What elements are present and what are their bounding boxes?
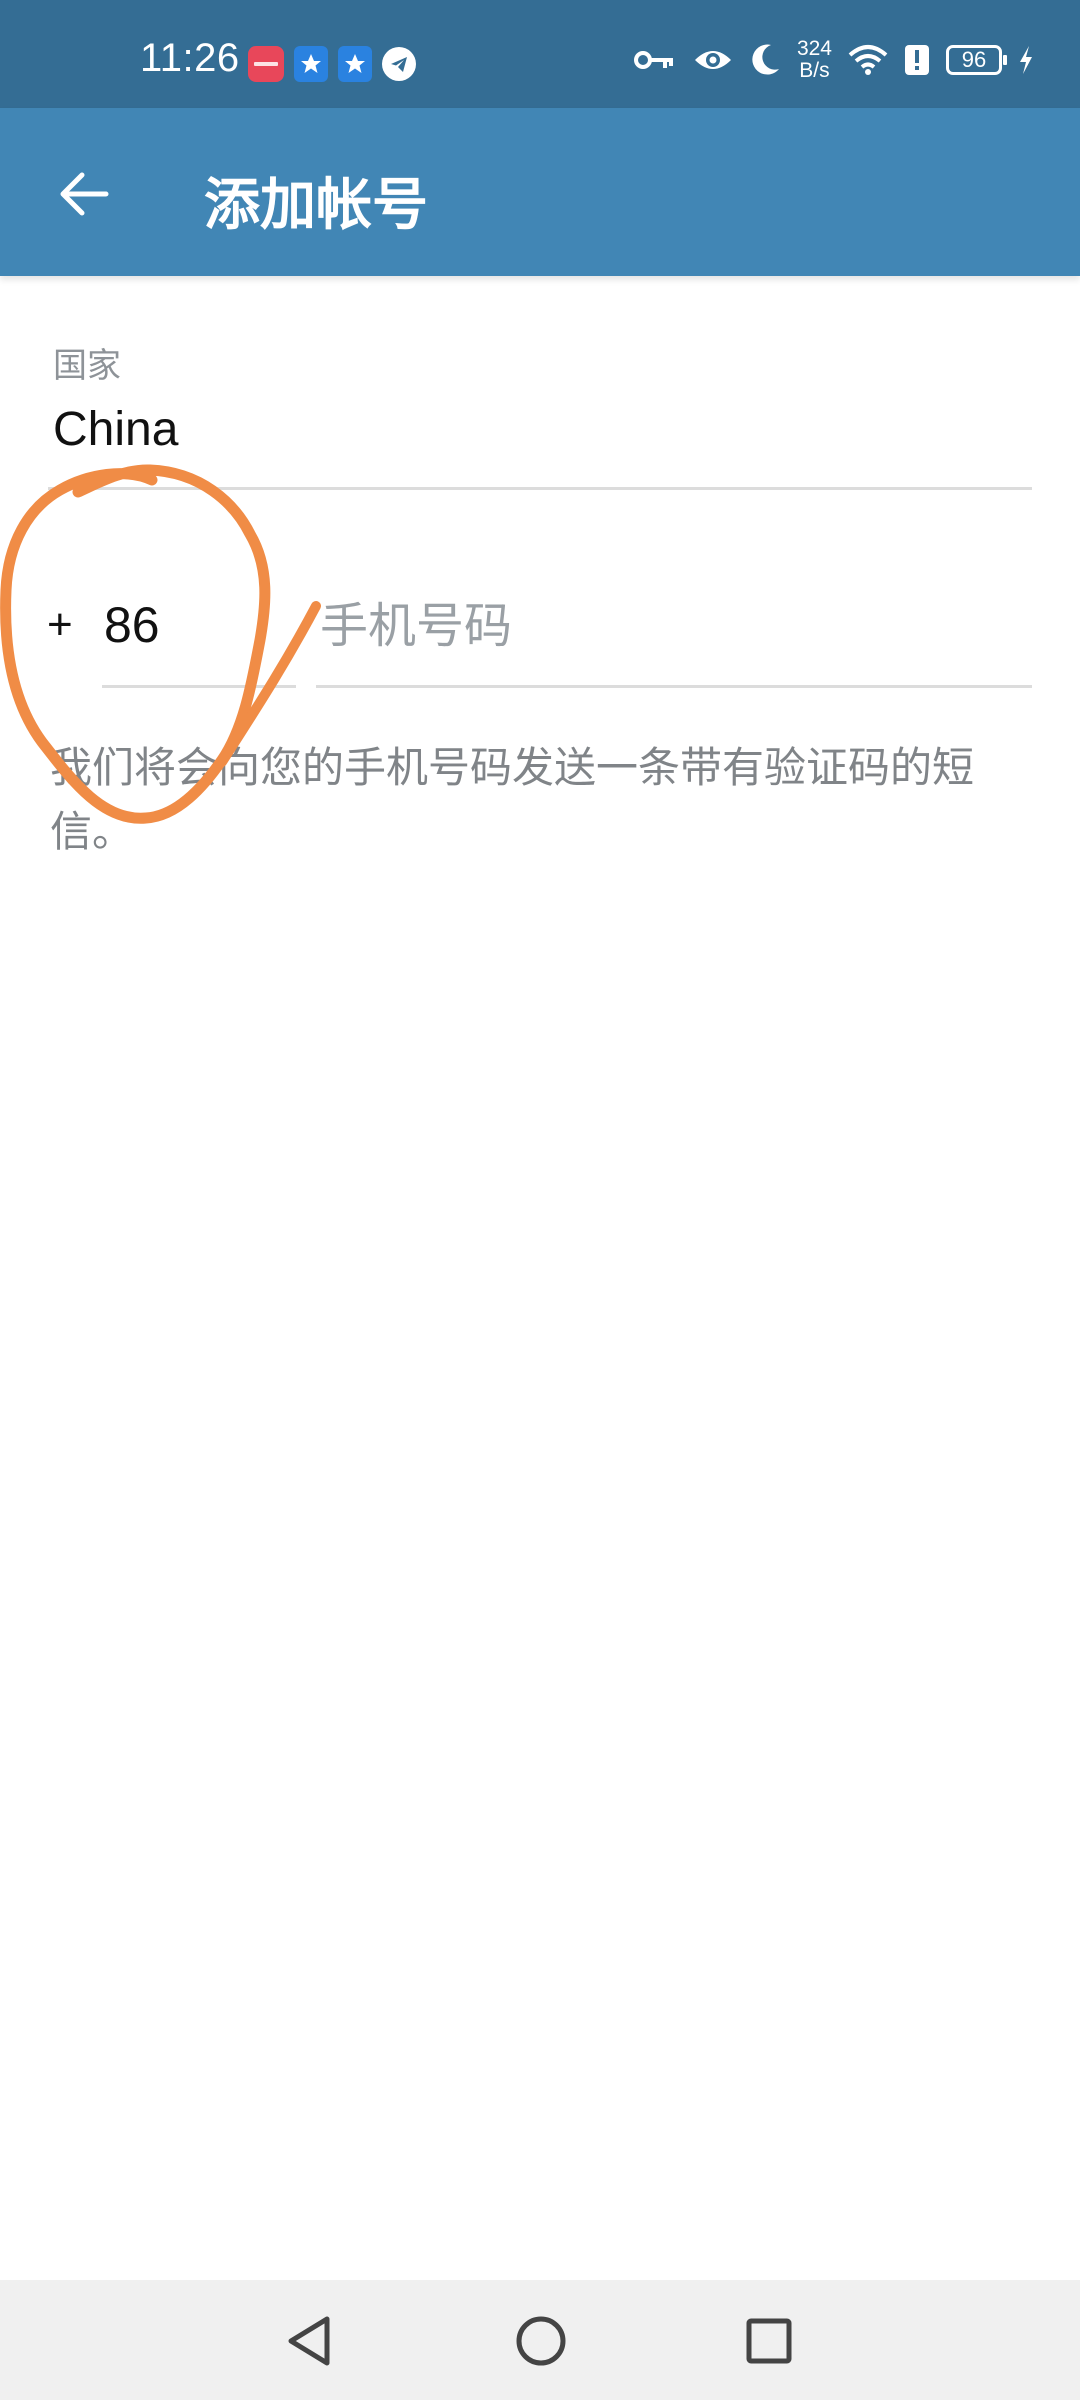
status-bar: 11:26 324 B/s 96 xyxy=(0,0,1080,108)
recents-square-icon xyxy=(746,2318,792,2364)
country-code-input[interactable] xyxy=(104,596,294,654)
charging-icon xyxy=(1020,46,1032,74)
country-label: 国家 xyxy=(53,346,121,386)
arrow-left-icon xyxy=(60,172,109,216)
code-prefix: + xyxy=(47,600,73,649)
home-circle-icon xyxy=(516,2316,566,2366)
eye-icon xyxy=(694,51,731,69)
battery-icon: 96 xyxy=(946,45,1007,75)
moon-icon xyxy=(752,44,779,75)
country-divider xyxy=(48,487,1032,490)
sms-info-text: 我们将会向您的手机号码发送一条带有验证码的短信。 xyxy=(50,743,975,856)
network-speed: 324 B/s xyxy=(796,37,832,82)
country-selector[interactable]: China xyxy=(53,402,178,457)
back-triangle-icon xyxy=(288,2316,330,2366)
chat-app-icon xyxy=(294,46,328,82)
chat-app-icon xyxy=(338,46,372,82)
phone-number-input[interactable] xyxy=(320,598,1020,654)
battery-level: 96 xyxy=(961,47,987,72)
telegram-icon xyxy=(382,47,416,81)
page-title: 添加帐号 xyxy=(204,173,428,238)
app-bar: 添加帐号 xyxy=(0,108,1080,276)
nav-recents-button[interactable] xyxy=(724,2296,814,2386)
navigation-bar xyxy=(0,2280,1080,2400)
alert-icon xyxy=(905,45,929,75)
system-icons: 324 B/s 96 xyxy=(633,38,1034,82)
back-button[interactable] xyxy=(42,152,126,236)
app-notification-icon xyxy=(248,46,284,82)
nav-home-button[interactable] xyxy=(496,2296,586,2386)
wifi-icon xyxy=(848,45,888,75)
phone-underline xyxy=(316,685,1032,688)
key-icon xyxy=(633,51,673,69)
notification-icons xyxy=(248,46,416,82)
code-underline xyxy=(102,685,296,688)
status-time: 11:26 xyxy=(140,36,240,80)
nav-back-button[interactable] xyxy=(264,2296,354,2386)
